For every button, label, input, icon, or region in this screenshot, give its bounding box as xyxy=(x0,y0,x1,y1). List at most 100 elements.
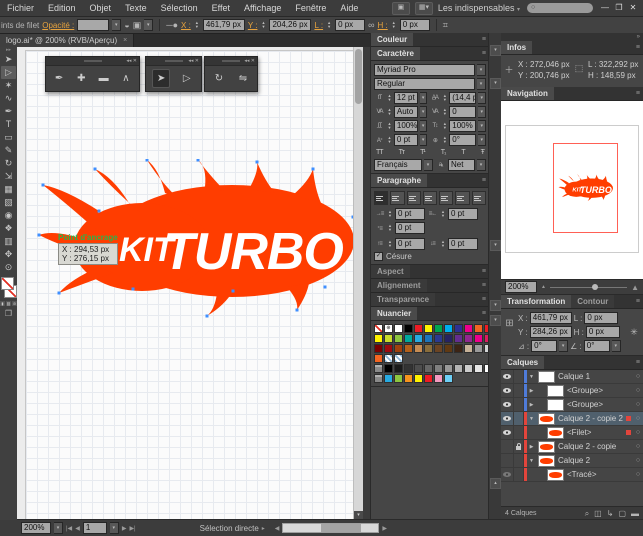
eye-icon[interactable] xyxy=(503,430,511,435)
tab-caractere[interactable]: Caractère xyxy=(371,47,420,60)
v-scale-field[interactable]: 100% xyxy=(449,120,477,132)
swatch[interactable] xyxy=(424,334,433,343)
target-circle-icon[interactable]: ○ xyxy=(633,373,643,380)
space-before-field[interactable]: 0 pt xyxy=(395,238,425,250)
menu-edition[interactable]: Edition xyxy=(41,0,83,16)
height-stepper[interactable]: ▲ ▼ xyxy=(391,21,397,29)
anti-alias-field[interactable]: Net xyxy=(448,159,475,171)
kerning-stepper[interactable]: ▲ ▼ xyxy=(387,108,392,116)
target-circle-icon[interactable]: ○ xyxy=(633,471,643,478)
x-field[interactable]: 461,79 px xyxy=(202,19,245,31)
palette-titlebar[interactable]: ◂◂ ✕ xyxy=(205,57,257,66)
target-circle-icon[interactable]: ○ xyxy=(633,387,643,394)
swatch[interactable] xyxy=(434,364,443,373)
column-graph-tool-icon[interactable]: ▥ xyxy=(1,235,16,248)
delete-anchor-point-tool-icon[interactable]: ▬ xyxy=(96,70,112,87)
menu-affichage[interactable]: Affichage xyxy=(237,0,288,16)
tab-couleur[interactable]: Couleur xyxy=(371,33,414,46)
collapsed-panel-icon[interactable]: ▾ xyxy=(490,78,501,89)
swatch[interactable] xyxy=(404,334,413,343)
swatch[interactable] xyxy=(424,374,433,383)
new-layer-icon[interactable]: ▢ xyxy=(618,509,626,518)
height-field[interactable]: 0 px xyxy=(399,19,430,31)
font-family-field[interactable]: Myriad Pro xyxy=(374,64,475,76)
layer-name[interactable]: Calque 2 - copie xyxy=(555,442,633,451)
zoom-in-mountain-icon[interactable]: ▲ xyxy=(631,283,639,292)
indent-left-field[interactable]: 0 pt xyxy=(395,208,425,220)
transparence-panel-header[interactable]: Transparence ≡ xyxy=(371,293,489,307)
anchor-point[interactable] xyxy=(131,287,135,291)
swatch-pattern[interactable] xyxy=(394,354,403,363)
font-size-stepper[interactable]: ▲ ▼ xyxy=(387,94,392,102)
aspect-panel-header[interactable]: Aspect ≡ xyxy=(371,265,489,279)
new-sublayer-icon[interactable]: ↳ xyxy=(607,509,614,518)
anchor-point[interactable] xyxy=(37,233,41,237)
lock-cell[interactable] xyxy=(514,412,524,425)
zoom-out-mountain-icon[interactable]: ▲ xyxy=(541,284,546,290)
rectangle-tool-icon[interactable]: ▭ xyxy=(1,131,16,144)
layer-row[interactable]: ▶ <Groupe> ○ xyxy=(501,384,643,398)
menu-selection[interactable]: Sélection xyxy=(154,0,205,16)
tab-infos[interactable]: Infos xyxy=(501,41,533,54)
layer-row[interactable]: ▼ Calque 2 ○ xyxy=(501,454,643,468)
hyphenate-checkbox[interactable]: ✓ xyxy=(374,252,383,261)
menu-aide[interactable]: Aide xyxy=(333,0,365,16)
reference-point-icon[interactable]: ⊞ xyxy=(503,312,516,352)
layer-row[interactable]: <Filet> ○ xyxy=(501,426,643,440)
vertical-scrollbar[interactable]: ▾ xyxy=(353,47,363,520)
swatch[interactable] xyxy=(384,364,393,373)
paragraph-panel-header[interactable]: Paragraphe ≡ xyxy=(371,174,489,188)
swatch[interactable] xyxy=(414,374,423,383)
artboard-number-field[interactable]: 1 xyxy=(82,522,107,534)
v-scale-stepper[interactable]: ▲ ▼ xyxy=(442,122,447,130)
swatch[interactable] xyxy=(404,364,413,373)
swatch[interactable] xyxy=(454,334,463,343)
add-anchor-point-tool-icon[interactable]: ✚ xyxy=(73,70,89,87)
swatch[interactable] xyxy=(404,374,413,383)
swatch[interactable] xyxy=(444,364,453,373)
anchor-point[interactable] xyxy=(311,167,315,171)
swatch[interactable] xyxy=(404,344,413,353)
layer-name[interactable]: <Tracé> xyxy=(564,470,633,479)
visibility-cell[interactable] xyxy=(501,370,514,383)
prev-artboard-icon[interactable]: ◀ xyxy=(75,525,80,532)
swatch[interactable] xyxy=(394,324,403,333)
eye-icon[interactable] xyxy=(503,402,511,407)
baseline-stepper[interactable]: ▲ ▼ xyxy=(387,136,392,144)
palette-close-icon[interactable]: ◂◂ ✕ xyxy=(188,57,199,65)
fill-swatch[interactable] xyxy=(0,277,14,290)
locate-icon[interactable]: ⌕ xyxy=(585,509,589,518)
align-center-button[interactable] xyxy=(390,191,405,205)
anchor-point[interactable] xyxy=(295,308,299,312)
swatch[interactable] xyxy=(464,324,473,333)
y-stepper[interactable]: ▲ ▼ xyxy=(260,21,266,29)
indent-first-stepper[interactable]: ▲ ▼ xyxy=(387,224,393,232)
menu-texte[interactable]: Texte xyxy=(118,0,154,16)
swatch[interactable] xyxy=(384,374,393,383)
baseline-field[interactable]: 0 pt xyxy=(393,134,418,146)
navigation-panel-header[interactable]: Navigation ≡ xyxy=(501,87,643,101)
font-family-dropdown-icon[interactable]: ▾ xyxy=(477,64,486,76)
link-dimensions-icon[interactable]: ∞ xyxy=(368,20,374,30)
lock-cell[interactable] xyxy=(514,370,524,383)
info-panel-header[interactable]: Infos ≡ xyxy=(501,41,643,55)
layer-row[interactable]: <Tracé> ○ xyxy=(501,468,643,482)
close-tab-icon[interactable]: × xyxy=(123,34,127,47)
opacity-link[interactable]: Opacité : xyxy=(42,21,74,30)
tab-aspect[interactable]: Aspect xyxy=(371,265,410,278)
lock-icon[interactable] xyxy=(516,442,521,450)
type-style-button-3[interactable]: T₁ xyxy=(441,149,447,156)
space-before-stepper[interactable]: ▲ ▼ xyxy=(387,240,393,248)
swatch[interactable] xyxy=(464,344,473,353)
status-expand-icon[interactable]: ▸ xyxy=(262,525,265,532)
visibility-cell[interactable] xyxy=(501,398,514,411)
angle-dropdown-icon[interactable]: ▾ xyxy=(559,340,569,352)
style-swatch-icon[interactable]: ▣ xyxy=(133,20,142,31)
scrollbar-thumb[interactable] xyxy=(321,524,362,532)
anchor-point[interactable] xyxy=(196,159,200,162)
visibility-cell[interactable] xyxy=(501,468,514,481)
justify-all-button[interactable] xyxy=(471,191,486,205)
transform-shear-field[interactable]: 0° xyxy=(583,340,610,352)
target-circle-icon[interactable]: ○ xyxy=(633,443,643,450)
eye-icon[interactable] xyxy=(503,374,511,379)
